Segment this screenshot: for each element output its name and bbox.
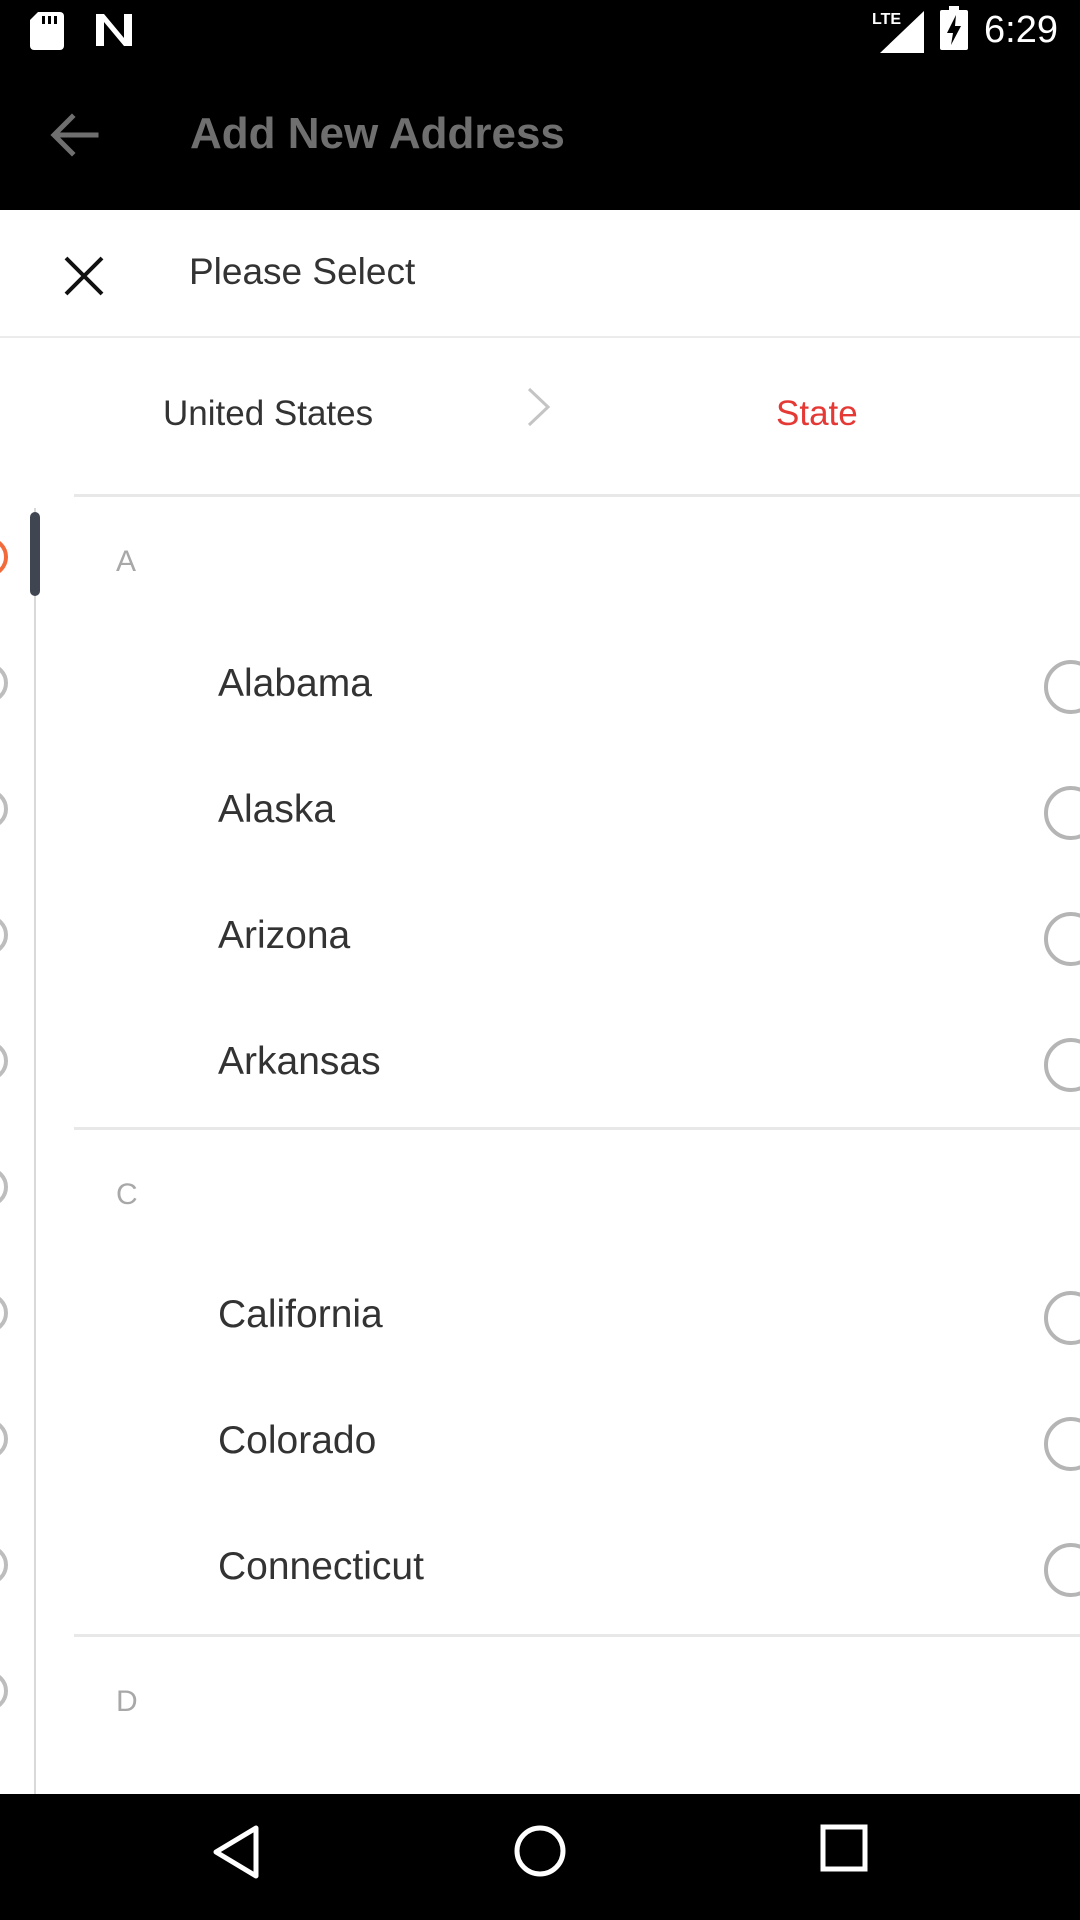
index-rail xyxy=(34,508,36,1794)
rail-marker[interactable] xyxy=(0,1041,8,1081)
back-triangle-icon[interactable] xyxy=(212,1824,260,1885)
network-type: LTE xyxy=(872,10,902,28)
section-divider xyxy=(74,1127,1080,1130)
list-item-colorado[interactable]: Colorado xyxy=(74,1381,1080,1507)
n-notification-icon xyxy=(94,12,134,55)
recents-square-icon[interactable] xyxy=(820,1824,868,1877)
rail-marker-active[interactable] xyxy=(0,537,8,577)
rail-marker[interactable] xyxy=(0,789,8,829)
home-circle-icon[interactable] xyxy=(513,1824,567,1883)
state-name: Connecticut xyxy=(218,1545,424,1588)
battery-charging-icon xyxy=(940,6,969,55)
status-bar: LTE 6:29 xyxy=(0,0,1080,63)
breadcrumb-country[interactable]: United States xyxy=(163,394,373,434)
rail-marker[interactable] xyxy=(0,1545,8,1585)
radio-button[interactable] xyxy=(1044,786,1080,840)
chevron-right-icon xyxy=(526,386,552,433)
section-letter: D xyxy=(116,1685,138,1718)
signal-icon: LTE xyxy=(872,9,925,53)
rail-marker[interactable] xyxy=(0,1419,8,1459)
breadcrumb: United States State xyxy=(0,338,1080,496)
list-item-arizona[interactable]: Arizona xyxy=(74,876,1080,1002)
list-item-connecticut[interactable]: Connecticut xyxy=(74,1507,1080,1633)
app-bar: Add New Address xyxy=(0,63,1080,210)
state-name: Colorado xyxy=(218,1419,377,1462)
list-item-arkansas[interactable]: Arkansas xyxy=(74,1002,1080,1128)
state-name: Arkansas xyxy=(218,1040,381,1083)
status-time: 6:29 xyxy=(984,9,1058,51)
radio-button[interactable] xyxy=(1044,1417,1080,1471)
sheet-header: Please Select xyxy=(0,210,1080,338)
arrow-back-icon[interactable] xyxy=(46,107,102,168)
rail-marker[interactable] xyxy=(0,1293,8,1333)
rail-marker[interactable] xyxy=(0,1671,8,1711)
state-name: Arizona xyxy=(218,914,351,957)
radio-button[interactable] xyxy=(1044,1291,1080,1345)
state-name: Alaska xyxy=(218,788,336,831)
state-name: California xyxy=(218,1293,383,1336)
state-name: Alabama xyxy=(218,662,372,705)
sheet-title: Please Select xyxy=(189,251,416,292)
list-item-alaska[interactable]: Alaska xyxy=(74,750,1080,876)
navigation-bar xyxy=(0,1794,1080,1920)
divider xyxy=(74,494,1080,497)
section-letter: C xyxy=(116,1178,138,1211)
list-item-california[interactable]: California xyxy=(74,1255,1080,1381)
rail-marker[interactable] xyxy=(0,1167,8,1207)
radio-button[interactable] xyxy=(1044,1038,1080,1092)
list-item-alabama[interactable]: Alabama xyxy=(74,624,1080,750)
radio-button[interactable] xyxy=(1044,912,1080,966)
screen: LTE 6:29 Add New Address Please Select U… xyxy=(0,0,1080,1920)
page-title: Add New Address xyxy=(190,109,565,158)
radio-button[interactable] xyxy=(1044,660,1080,714)
scroll-handle[interactable] xyxy=(30,512,40,596)
rail-marker[interactable] xyxy=(0,663,8,703)
select-sheet: Please Select United States State A Alab… xyxy=(0,210,1080,1794)
section-divider xyxy=(74,1634,1080,1637)
section-letter: A xyxy=(116,545,137,578)
sd-card-icon xyxy=(30,12,64,55)
rail-marker[interactable] xyxy=(0,915,8,955)
close-icon[interactable] xyxy=(64,256,104,301)
breadcrumb-state[interactable]: State xyxy=(776,394,858,434)
radio-button[interactable] xyxy=(1044,1543,1080,1597)
